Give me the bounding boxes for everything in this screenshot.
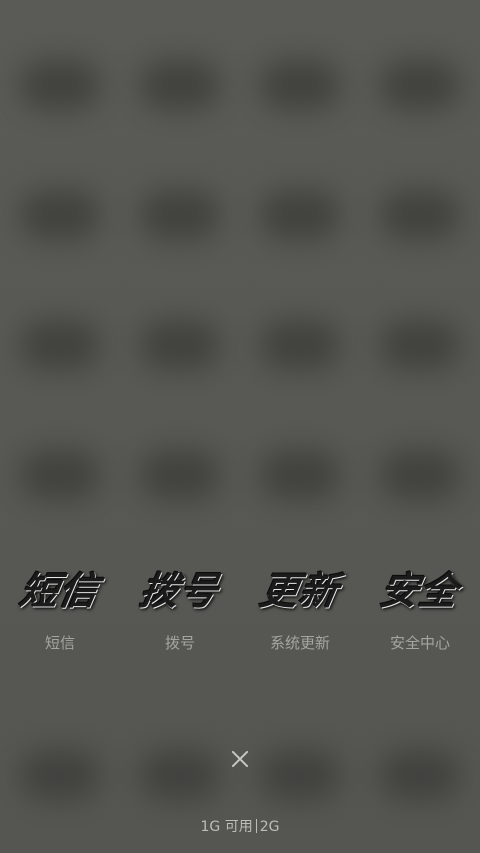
memory-total: 2G — [259, 819, 280, 835]
recent-apps-row: 短信 短信 拨号 拨号 更新 系统更新 安全 安全中心 — [0, 552, 480, 662]
security-center-app-icon: 安全 — [376, 568, 463, 613]
recent-app-security-center[interactable]: 安全 安全中心 — [360, 552, 480, 662]
system-update-app-icon: 更新 — [256, 568, 343, 613]
memory-available: 1G 可用 — [200, 819, 253, 835]
recent-app-dialer[interactable]: 拨号 拨号 — [120, 552, 240, 662]
dialer-app-label: 拨号 — [164, 634, 195, 652]
recent-app-system-update[interactable]: 更新 系统更新 — [240, 552, 360, 662]
memory-separator — [255, 819, 257, 833]
messages-app-label: 短信 — [44, 634, 75, 652]
recent-app-messages[interactable]: 短信 短信 — [0, 552, 120, 662]
messages-app-icon: 短信 — [16, 568, 103, 613]
security-center-app-label: 安全中心 — [389, 634, 450, 652]
system-update-app-label: 系统更新 — [269, 634, 330, 652]
memory-status: 1G 可用 2G — [0, 816, 480, 836]
dialer-app-icon: 拨号 — [136, 568, 223, 613]
blurred-home-icons — [0, 0, 480, 853]
close-icon[interactable] — [222, 741, 258, 777]
